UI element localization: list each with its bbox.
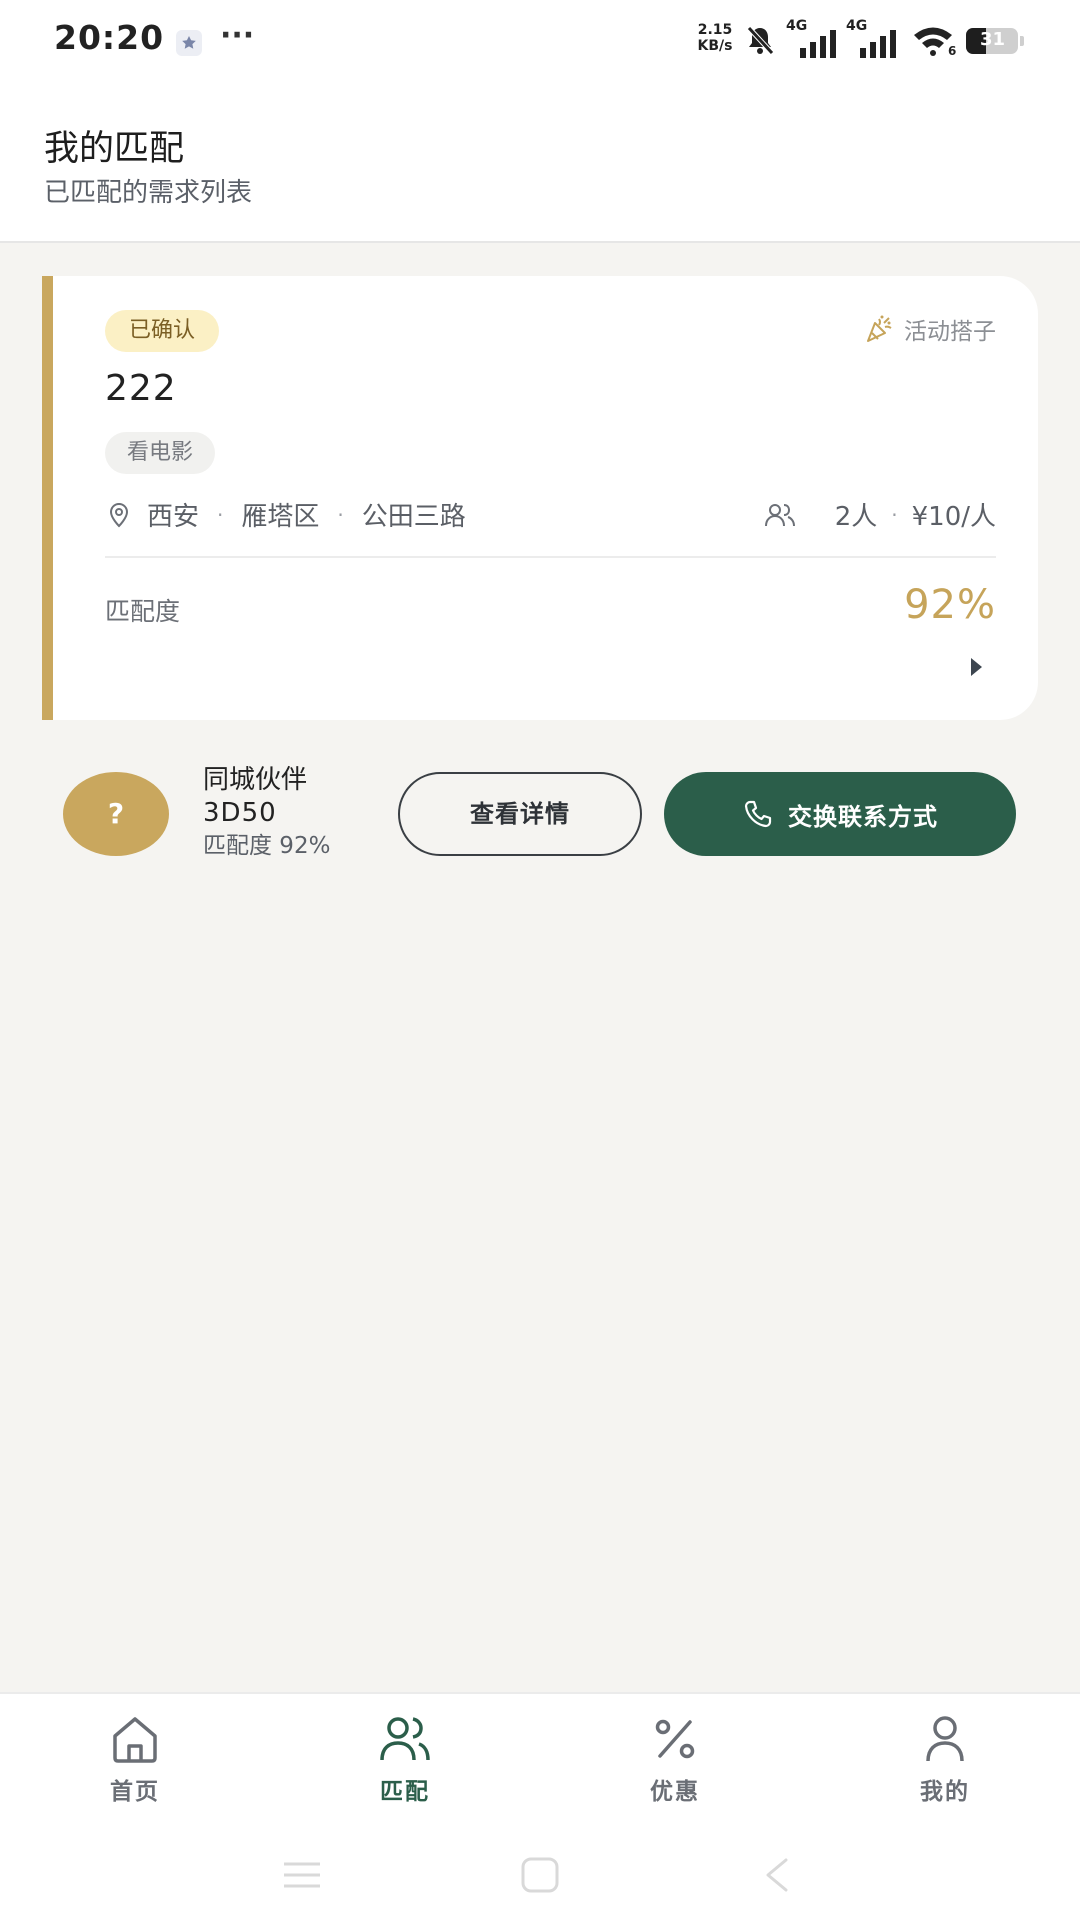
exchange-contact-button[interactable]: 交换联系方式	[664, 772, 1016, 856]
people-separator: ·	[891, 502, 898, 527]
nav-label-profile: 我的	[920, 1779, 970, 1805]
home-icon	[113, 1717, 157, 1763]
battery-icon: 31	[966, 26, 1026, 56]
users-icon	[380, 1717, 430, 1761]
menu-icon[interactable]	[282, 1860, 322, 1890]
system-nav-bar	[0, 1822, 1080, 1920]
partner-name: 同城伙伴	[203, 765, 308, 795]
category-label: 活动搭子	[904, 319, 996, 345]
page-header: 我的匹配 已匹配的需求列表	[0, 84, 1080, 243]
location-district: 雁塔区	[241, 502, 320, 532]
location-separator: ·	[337, 502, 344, 527]
card-title: 222	[105, 368, 177, 409]
card-divider	[105, 556, 996, 558]
category-tag: 活动搭子	[864, 312, 996, 346]
percent-icon	[655, 1719, 695, 1759]
mute-bell-icon	[747, 26, 774, 55]
page-title: 我的匹配	[44, 129, 185, 169]
location-row: 西安 · 雁塔区 · 公田三路	[105, 496, 466, 533]
partner-match: 匹配度 92%	[203, 833, 331, 859]
status-badge: 已确认	[105, 310, 220, 352]
price-per-person: ¥10/人	[911, 502, 996, 532]
user-icon	[926, 1716, 964, 1762]
nav-item-home[interactable]: 首页	[65, 1714, 205, 1806]
more-notifications-icon: ···	[220, 18, 255, 53]
location-separator: ·	[217, 502, 224, 527]
partner-info: 同城伙伴 3D50 匹配度 92%	[203, 764, 330, 863]
nav-item-profile[interactable]: 我的	[875, 1714, 1015, 1806]
partner-code: 3D50	[203, 798, 277, 828]
app-notification-icon	[176, 30, 202, 56]
people-price-row: 2人 · ¥10/人	[763, 496, 996, 533]
bottom-nav: 首页 匹配 优惠 我的	[0, 1692, 1080, 1824]
activity-tag: 看电影	[105, 432, 216, 474]
location-pin-icon	[109, 502, 129, 527]
status-time: 20:20	[54, 18, 165, 57]
wifi-label: 6	[948, 44, 957, 58]
network-speed-unit: KB/s	[697, 38, 733, 54]
network-speed-value: 2.15	[697, 22, 733, 38]
exchange-contact-label: 交换联系方式	[788, 802, 938, 831]
signal-1-icon: 4G	[786, 18, 842, 58]
nav-label-discount: 优惠	[650, 1779, 700, 1805]
nav-label-home: 首页	[110, 1779, 160, 1805]
page-subtitle: 已匹配的需求列表	[44, 178, 253, 208]
network-speed: 2.15 KB/s	[692, 22, 738, 54]
nav-item-match[interactable]: 匹配	[335, 1714, 475, 1806]
nav-item-discount[interactable]: 优惠	[605, 1714, 745, 1806]
match-label: 匹配度	[105, 597, 181, 626]
location-city: 西安	[147, 502, 200, 532]
people-count: 2人	[834, 502, 878, 532]
expand-arrow-icon[interactable]	[971, 658, 982, 676]
status-bar: 20:20 ··· 2.15 KB/s 4G 4G 6 31	[0, 0, 1080, 84]
back-icon[interactable]	[762, 1856, 792, 1894]
phone-icon	[744, 800, 772, 828]
location-road: 公田三路	[361, 502, 466, 532]
signal-2-icon: 4G	[846, 18, 902, 58]
party-popper-icon	[867, 315, 892, 342]
nav-label-match: 匹配	[380, 1779, 430, 1805]
partner-avatar: ?	[63, 772, 169, 856]
match-card[interactable]: 已确认 活动搭子 222 看电影 西安 · 雁塔区 · 公田三路 2人 · ¥1…	[42, 276, 1038, 720]
home-square-icon[interactable]	[520, 1856, 560, 1894]
wifi-icon: 6	[912, 24, 962, 60]
battery-level: 31	[980, 29, 1006, 50]
match-value: 92%	[904, 582, 996, 628]
view-details-button[interactable]: 查看详情	[398, 772, 642, 856]
people-icon	[764, 503, 795, 526]
